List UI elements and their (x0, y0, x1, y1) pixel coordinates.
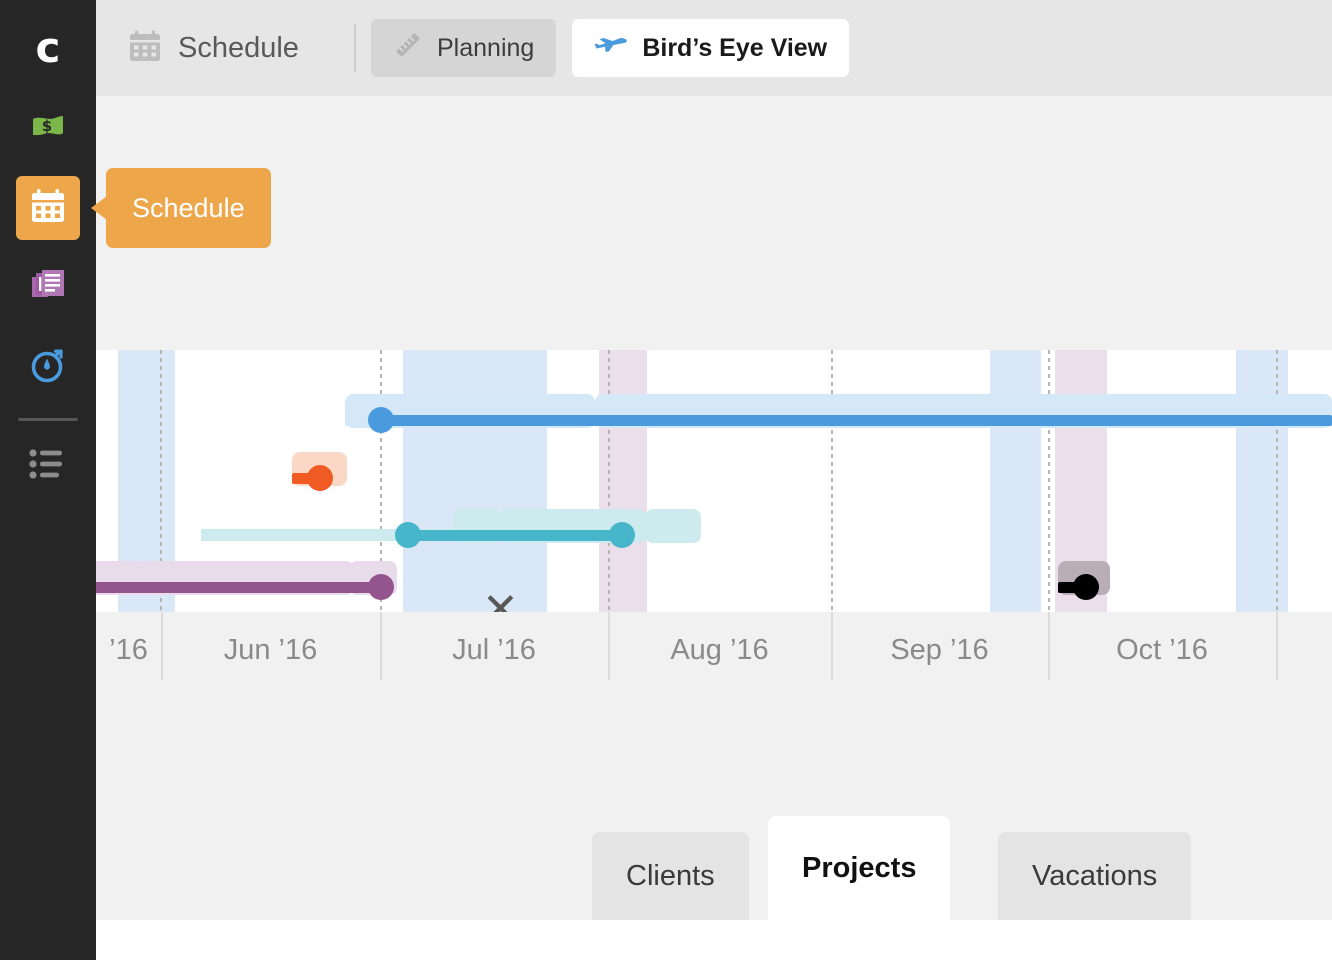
gantt-milestone-handle[interactable] (368, 407, 394, 433)
list-icon (29, 449, 67, 484)
gantt-bar-segment[interactable] (645, 509, 701, 543)
header-divider (354, 24, 356, 72)
tab-planning[interactable]: Planning (371, 19, 556, 77)
axis-tick-label: Aug ’16 (608, 628, 831, 672)
tab-projects-label: Projects (802, 852, 916, 885)
svg-text:$: $ (42, 117, 52, 135)
timeline-highlight-band (599, 350, 647, 612)
page-title-text: Schedule (178, 32, 299, 65)
calendar-icon (29, 187, 67, 230)
timeline-highlight-band (403, 350, 547, 612)
reports-icon (28, 267, 68, 310)
sidebar-item-timer[interactable] (16, 336, 80, 400)
sidebar-tooltip: Schedule (106, 168, 271, 248)
tab-planning-label: Planning (437, 34, 534, 63)
header: Schedule (96, 0, 1332, 96)
ruler-icon (393, 30, 423, 67)
axis-tick-label: ’16 (96, 628, 161, 672)
axis-tick-label: Sep ’16 (831, 628, 1048, 672)
gantt-progress-line[interactable] (96, 582, 381, 593)
gridline (831, 350, 833, 612)
sidebar-item-reports[interactable] (16, 256, 80, 320)
tab-clients[interactable]: Clients (592, 832, 749, 920)
app-logo[interactable]: c (0, 16, 96, 80)
airplane-icon (594, 30, 628, 67)
sidebar-tooltip-label: Schedule (132, 193, 245, 224)
calendar-icon (128, 29, 162, 68)
view-switcher: Planning Bird’s Eye View (371, 19, 849, 77)
tab-clients-label: Clients (626, 860, 715, 893)
app-root: c $ (0, 0, 1332, 960)
axis-tick (1276, 612, 1278, 680)
sidebar: c $ (0, 0, 96, 960)
axis-tick-label: Jul ’16 (380, 628, 608, 672)
axis-tick-label: Jun ’16 (161, 628, 380, 672)
tab-birds-eye-view-label: Bird’s Eye View (642, 34, 827, 63)
money-icon: $ (28, 106, 68, 151)
timeline-highlight-band (1236, 350, 1288, 612)
tab-vacations[interactable]: Vacations (998, 832, 1191, 920)
sidebar-item-list[interactable] (16, 434, 80, 498)
logo-glyph: c (36, 27, 61, 69)
sidebar-item-schedule[interactable] (16, 176, 80, 240)
gridline (608, 350, 610, 612)
main-canvas: ✕ ’16Jun ’16Jul ’16Aug ’16Sep ’16Oct ’16… (96, 96, 1332, 920)
gantt-chart[interactable]: ✕ (96, 350, 1332, 612)
bottom-strip (96, 920, 1332, 960)
timeline-highlight-band (990, 350, 1041, 612)
sidebar-divider (18, 418, 78, 421)
gantt-progress-line[interactable] (408, 530, 622, 541)
gantt-milestone-handle[interactable] (395, 522, 421, 548)
timeline-axis: ’16Jun ’16Jul ’16Aug ’16Sep ’16Oct ’16 (96, 612, 1332, 696)
tab-birds-eye-view[interactable]: Bird’s Eye View (572, 19, 849, 77)
gantt-progress-line[interactable] (381, 415, 1332, 426)
stopwatch-icon (28, 346, 68, 391)
bottom-tab-bar: Clients Projects Vacations (96, 812, 1332, 920)
gridline (1048, 350, 1050, 612)
axis-tick-label: Oct ’16 (1048, 628, 1276, 672)
tab-projects[interactable]: Projects (768, 816, 950, 920)
close-icon[interactable]: ✕ (482, 588, 519, 612)
gridline (1276, 350, 1278, 612)
tab-vacations-label: Vacations (1032, 860, 1157, 893)
sidebar-item-money[interactable]: $ (16, 96, 80, 160)
gantt-milestone-handle[interactable] (609, 522, 635, 548)
gantt-milestone-handle[interactable] (307, 465, 333, 491)
page-title: Schedule (128, 0, 299, 96)
gantt-milestone-handle[interactable] (1073, 574, 1099, 600)
gantt-milestone-handle[interactable] (368, 574, 394, 600)
